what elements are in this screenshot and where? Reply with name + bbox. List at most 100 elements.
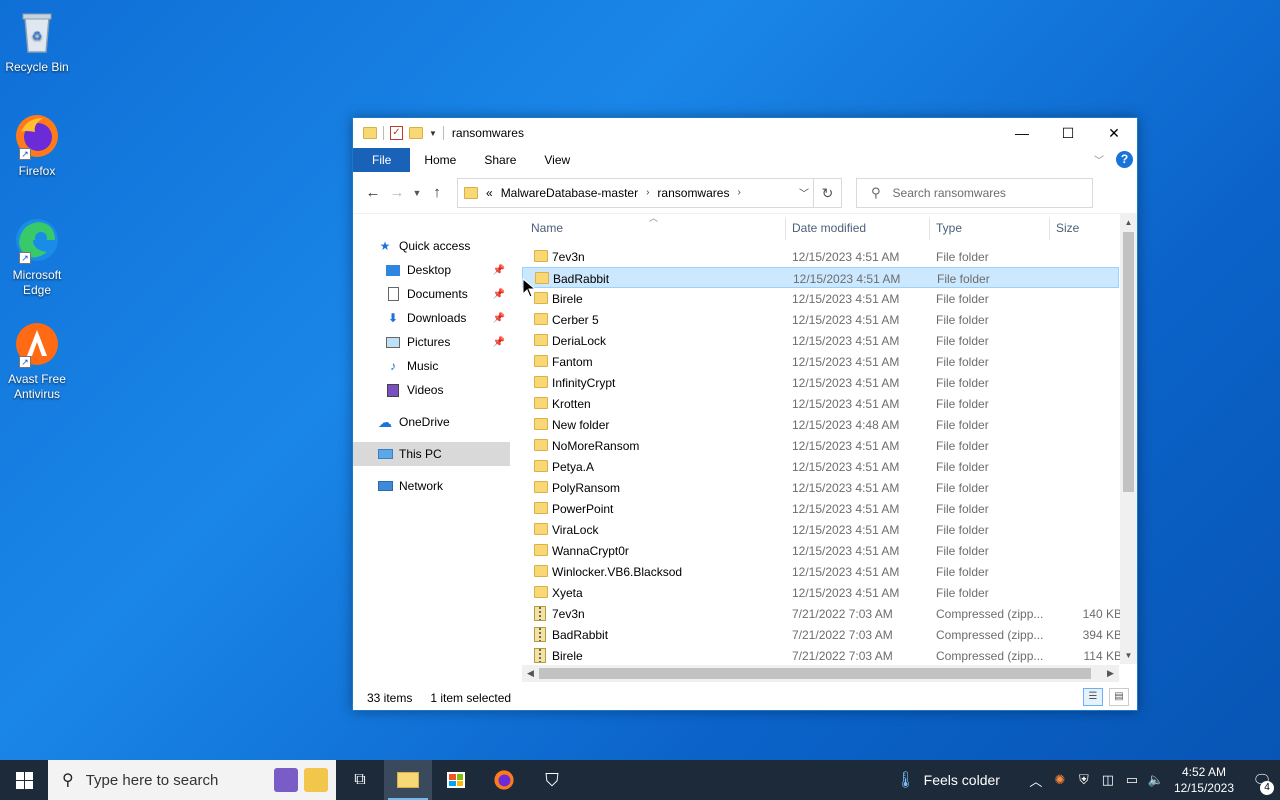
chevron-down-icon[interactable]: ﹀ xyxy=(799,185,809,200)
file-row[interactable]: NoMoreRansom 12/15/2023 4:51 AM File folde… xyxy=(522,435,1119,456)
taskbar-store[interactable] xyxy=(432,760,480,800)
file-row[interactable]: BadRabbit 12/15/2023 4:51 AM File folder xyxy=(522,267,1119,288)
new-folder-icon[interactable] xyxy=(409,127,423,139)
pin-icon[interactable]: 📌 xyxy=(493,337,505,348)
file-row[interactable]: Xyeta 12/15/2023 4:51 AM File folder xyxy=(522,582,1119,603)
file-row[interactable]: Birele 7/21/2022 7:03 AM Compressed (zipp.… xyxy=(522,645,1122,666)
column-header-size[interactable]: Size xyxy=(1056,221,1079,235)
column-header-date[interactable]: Date modified xyxy=(792,221,866,235)
pin-icon[interactable]: 📌 xyxy=(493,265,505,276)
desktop-icon-recycle-bin[interactable]: ♻ Recycle Bin xyxy=(4,8,70,75)
file-row[interactable]: Cerber 5 12/15/2023 4:51 AM File folder xyxy=(522,309,1119,330)
start-button[interactable] xyxy=(0,760,48,800)
file-row[interactable]: Winlocker.VB6.Blacksod 12/15/2023 4:51 AM… xyxy=(522,561,1119,582)
action-center-button[interactable]: 🗨 4 xyxy=(1244,771,1280,795)
properties-icon[interactable]: ✓ xyxy=(390,126,403,140)
tab-file[interactable]: File xyxy=(353,148,411,172)
scrollbar-thumb[interactable] xyxy=(1123,232,1134,492)
file-row[interactable]: 7ev3n 12/15/2023 4:51 AM File folder xyxy=(522,246,1119,267)
file-row[interactable]: DeriaLock 12/15/2023 4:51 AM File folder xyxy=(522,330,1119,351)
details-view-icon[interactable]: ☰ xyxy=(1083,688,1103,706)
nav-onedrive[interactable]: ☁ OneDrive xyxy=(353,410,510,434)
nav-pictures[interactable]: Pictures 📌 xyxy=(353,330,510,354)
volume-muted-icon[interactable]: 🔈 xyxy=(1144,772,1168,788)
maximize-button[interactable]: ☐ xyxy=(1045,118,1091,148)
up-button[interactable]: ↑ xyxy=(425,184,449,201)
breadcrumb-overflow[interactable]: « xyxy=(486,186,493,200)
scroll-left-icon[interactable]: ◀ xyxy=(522,665,539,682)
desktop-icon-avast[interactable]: ↗ Avast Free Antivirus xyxy=(4,320,70,402)
minimize-button[interactable]: — xyxy=(999,118,1045,148)
taskbar-firefox[interactable] xyxy=(480,760,528,800)
file-row[interactable]: Fantom 12/15/2023 4:51 AM File folder xyxy=(522,351,1119,372)
file-row[interactable]: WannaCrypt0r 12/15/2023 4:51 AM File folde… xyxy=(522,540,1119,561)
search-box[interactable]: ⚲ Search ransomwares xyxy=(856,177,1093,208)
security-tray-icon[interactable]: ⛨ xyxy=(1072,772,1096,788)
scroll-up-icon[interactable]: ▲ xyxy=(1120,214,1137,231)
taskbar-search-input[interactable]: Type here to search xyxy=(86,772,219,789)
nav-this-pc[interactable]: This PC xyxy=(353,442,510,466)
pin-icon[interactable]: 📌 xyxy=(493,313,505,324)
refresh-button[interactable]: ↻ xyxy=(813,178,841,207)
file-row[interactable]: Petya.A 12/15/2023 4:51 AM File folder xyxy=(522,456,1119,477)
help-icon[interactable]: ? xyxy=(1116,151,1133,168)
clock[interactable]: 4:52 AM 12/15/2023 xyxy=(1174,764,1234,796)
file-name: New folder xyxy=(552,418,610,432)
nav-videos[interactable]: Videos xyxy=(353,378,510,402)
taskbar-file-explorer[interactable] xyxy=(384,760,432,800)
avast-tray-icon[interactable]: ✺ xyxy=(1048,772,1072,788)
search-input[interactable]: Search ransomwares xyxy=(893,186,1006,200)
tab-view[interactable]: View xyxy=(530,148,584,172)
taskbar-security[interactable]: ⛉ xyxy=(528,760,576,800)
file-name: Birele xyxy=(552,649,583,663)
star-icon: ★ xyxy=(379,239,391,253)
breadcrumb-ransomwares[interactable]: ransomwares xyxy=(657,186,729,200)
taskbar-search[interactable]: ⚲ Type here to search xyxy=(48,760,336,800)
file-row[interactable]: 7ev3n 7/21/2022 7:03 AM Compressed (zipp..… xyxy=(522,603,1122,624)
customize-toolbar-icon[interactable]: ▼ xyxy=(429,129,437,138)
expand-ribbon-icon[interactable]: ﹀ xyxy=(1094,152,1104,167)
desktop-icon-firefox[interactable]: ↗ Firefox xyxy=(4,112,70,179)
close-button[interactable]: ✕ xyxy=(1091,118,1137,148)
scrollbar-thumb[interactable] xyxy=(539,668,1091,679)
horizontal-scrollbar[interactable]: ◀ ▶ xyxy=(522,665,1119,682)
breadcrumb-malwaredatabase[interactable]: MalwareDatabase-master xyxy=(501,186,638,200)
vertical-scrollbar[interactable]: ▲ ▼ xyxy=(1120,214,1137,664)
large-icons-view-icon[interactable]: ▤ xyxy=(1109,688,1129,706)
file-date: 7/21/2022 7:03 AM xyxy=(792,628,893,642)
file-row[interactable]: New folder 12/15/2023 4:48 AM File folder xyxy=(522,414,1119,435)
file-row[interactable]: Krotten 12/15/2023 4:51 AM File folder xyxy=(522,393,1119,414)
forward-button[interactable]: → xyxy=(385,184,409,201)
tab-home[interactable]: Home xyxy=(410,148,470,172)
file-row[interactable]: PolyRansom 12/15/2023 4:51 AM File folder xyxy=(522,477,1119,498)
file-row[interactable]: BadRabbit 7/21/2022 7:03 AM Compressed (zi… xyxy=(522,624,1122,645)
nav-music[interactable]: ♪ Music xyxy=(353,354,510,378)
column-header-name[interactable]: Name xyxy=(531,221,563,235)
column-header-type[interactable]: Type xyxy=(936,221,962,235)
chevron-right-icon[interactable]: › xyxy=(646,187,649,198)
file-row[interactable]: PowerPoint 12/15/2023 4:51 AM File folder xyxy=(522,498,1119,519)
weather-widget[interactable]: 🌡 Feels colder xyxy=(895,770,1000,790)
nav-quick-access[interactable]: ★ Quick access xyxy=(353,234,510,258)
file-row[interactable]: ViraLock 12/15/2023 4:51 AM File folder xyxy=(522,519,1119,540)
desktop-icon-edge[interactable]: ↗ Microsoft Edge xyxy=(4,216,70,298)
scroll-down-icon[interactable]: ▼ xyxy=(1120,647,1137,664)
nav-downloads[interactable]: ⬇ Downloads 📌 xyxy=(353,306,510,330)
show-hidden-icons-chevron-up-icon[interactable]: ︿ xyxy=(1024,771,1048,790)
file-row[interactable]: Birele 12/15/2023 4:51 AM File folder xyxy=(522,288,1119,309)
pin-icon[interactable]: 📌 xyxy=(493,289,505,300)
nav-network[interactable]: Network xyxy=(353,474,510,498)
chevron-right-icon[interactable]: › xyxy=(737,187,740,198)
nav-desktop[interactable]: Desktop 📌 xyxy=(353,258,510,282)
back-button[interactable]: ← xyxy=(361,184,385,201)
tab-share[interactable]: Share xyxy=(470,148,530,172)
file-type: File folder xyxy=(936,397,989,411)
task-view-button[interactable]: ⧉ xyxy=(336,760,384,800)
network-tray-icon[interactable]: ▭ xyxy=(1120,772,1144,788)
address-bar[interactable]: « MalwareDatabase-master › ransomwares ›… xyxy=(457,177,842,208)
file-row[interactable]: InfinityCrypt 12/15/2023 4:51 AM File fold… xyxy=(522,372,1119,393)
recent-locations-icon[interactable]: ▼ xyxy=(409,188,425,198)
nav-documents[interactable]: Documents 📌 xyxy=(353,282,510,306)
meet-now-icon[interactable]: ◫ xyxy=(1096,772,1120,788)
scroll-right-icon[interactable]: ▶ xyxy=(1102,665,1119,682)
